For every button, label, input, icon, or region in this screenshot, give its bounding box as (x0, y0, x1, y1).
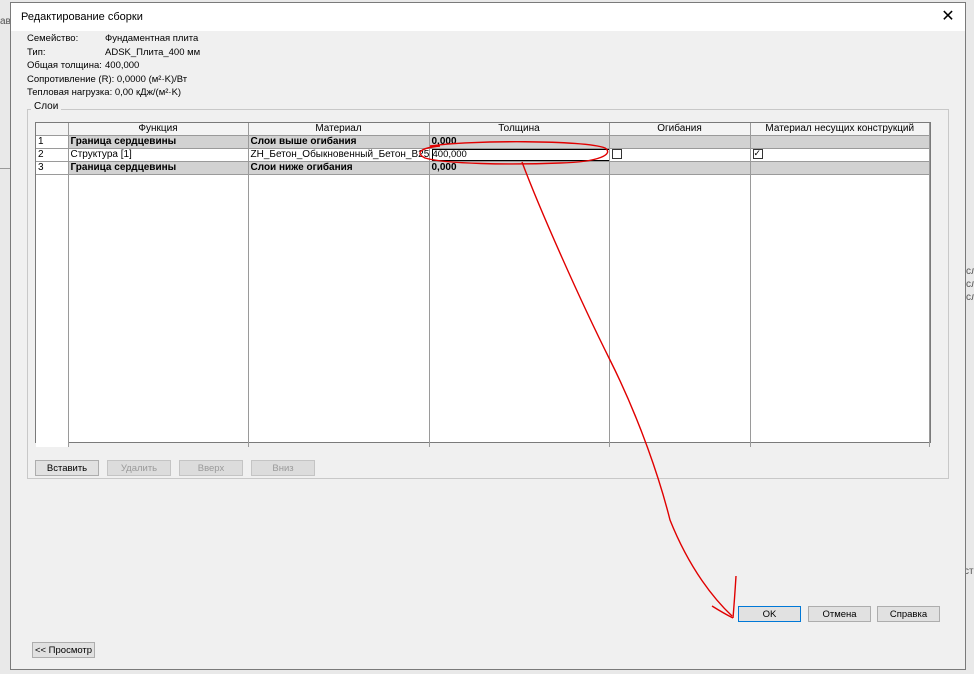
row-structural (750, 161, 930, 175)
ok-button[interactable]: OK (738, 606, 801, 622)
row-thickness[interactable]: 400,000 (429, 148, 610, 162)
layers-table: Функция Материал Толщина Огибания Матери… (35, 122, 931, 447)
column-header-structural-material[interactable]: Материал несущих конструкций (750, 123, 930, 136)
column-header-thickness[interactable]: Толщина (429, 123, 610, 136)
row-function[interactable]: Структура [1] (68, 148, 249, 162)
dialog-title: Редактирование сборки (21, 11, 143, 23)
row-material[interactable]: ZH_Бетон_Обыкновенный_Бетон_B25&Бе (248, 148, 430, 162)
empty-cell (248, 174, 430, 447)
table-row[interactable]: 3 Граница сердцевины Слои ниже огибания … (36, 161, 930, 175)
preview-button[interactable]: << Просмотр (32, 642, 95, 658)
property-label: Общая толщина: (27, 60, 102, 71)
property-value: 0,00 кДж/(м²·K) (114, 87, 182, 98)
move-up-button[interactable]: Вверх (179, 460, 243, 476)
empty-cell (429, 174, 610, 447)
property-label: Семейство: (27, 33, 79, 44)
background-divider (0, 168, 10, 169)
property-label: Тип: (27, 46, 46, 58)
empty-cell (750, 174, 930, 447)
row-number[interactable]: 3 (36, 161, 69, 175)
delete-button[interactable]: Удалить (107, 460, 171, 476)
row-structural[interactable] (750, 148, 930, 162)
row-wraps (609, 135, 751, 149)
empty-cell (68, 174, 249, 447)
row-wraps (609, 161, 751, 175)
property-type: Тип: ADSK_Плита_400 мм (27, 47, 200, 61)
property-value: ADSK_Плита_400 мм (105, 46, 201, 58)
thickness-input[interactable]: 400,000 (431, 149, 608, 161)
move-down-button[interactable]: Вниз (251, 460, 315, 476)
row-wraps[interactable] (609, 148, 751, 162)
edit-assembly-dialog: Редактирование сборки ✕ Семейство: Фундам… (10, 2, 966, 670)
help-button[interactable]: Справка (877, 606, 940, 622)
row-function[interactable]: Граница сердцевины (68, 135, 249, 149)
background-fragment-right-3: сл (966, 292, 974, 303)
column-header-material[interactable]: Материал (248, 123, 430, 136)
layers-group-label: Слои (31, 101, 62, 112)
property-value: 0,0000 (м²·K)/Вт (116, 73, 188, 85)
column-header-wraps[interactable]: Огибания (609, 123, 751, 136)
property-family: Семейство: Фундаментная плита (27, 33, 200, 47)
property-value: 400,000 (105, 60, 140, 71)
property-total-thickness: Общая толщина: 400,000 (27, 60, 200, 74)
structural-material-checkbox[interactable] (752, 149, 763, 160)
column-header-number[interactable] (36, 123, 69, 136)
properties-panel: Семейство: Фундаментная плита Тип: ADSK_Пл… (27, 33, 200, 101)
table-empty-area (36, 174, 930, 447)
table-row[interactable]: 1 Граница сердцевины Слои выше огибания … (36, 135, 930, 149)
property-label: Сопротивление (R): (27, 73, 115, 85)
row-structural (750, 135, 930, 149)
table-row[interactable]: 2 Структура [1] ZH_Бетон_Обыкновенный_Бе… (36, 148, 930, 162)
cancel-button[interactable]: Отмена (808, 606, 871, 622)
row-function[interactable]: Граница сердцевины (68, 161, 249, 175)
dialog-titlebar[interactable]: Редактирование сборки ✕ (11, 3, 965, 31)
property-label: Тепловая нагрузка: (27, 87, 113, 98)
table-header-row: Функция Материал Толщина Огибания Матери… (36, 123, 930, 136)
row-material[interactable]: Слои выше огибания (248, 135, 430, 149)
property-resistance: Сопротивление (R): 0,0000 (м²·K)/Вт (27, 74, 200, 88)
close-icon[interactable]: ✕ (937, 6, 959, 28)
row-number[interactable]: 1 (36, 135, 69, 149)
row-number[interactable]: 2 (36, 148, 69, 162)
property-thermal-mass: Тепловая нагрузка: 0,00 кДж/(м²·K) (27, 87, 200, 101)
row-material[interactable]: Слои ниже огибания (248, 161, 430, 175)
row-thickness[interactable]: 0,000 (429, 135, 610, 149)
empty-cell (609, 174, 751, 447)
insert-button[interactable]: Вставить (35, 460, 99, 476)
background-fragment-right-2: сл (966, 279, 974, 290)
column-header-function[interactable]: Функция (68, 123, 249, 136)
wraps-checkbox[interactable] (611, 149, 622, 160)
background-fragment-right-1: сл (966, 266, 974, 277)
row-thickness[interactable]: 0,000 (429, 161, 610, 175)
empty-cell (36, 174, 69, 447)
property-value: Фундаментная плита (105, 33, 199, 44)
